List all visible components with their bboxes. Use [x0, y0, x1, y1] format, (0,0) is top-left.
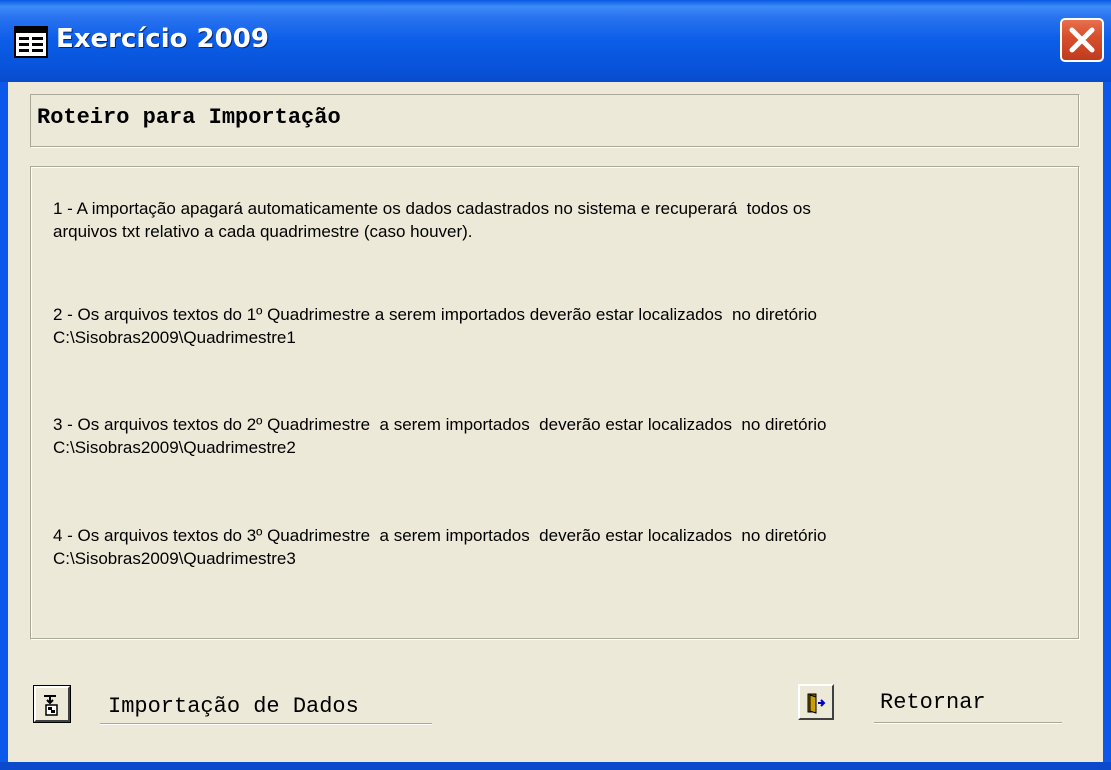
import-label-divider — [100, 723, 432, 725]
form-icon — [14, 26, 48, 58]
return-button[interactable] — [798, 684, 834, 720]
step-2: 2 - Os arquivos textos do 1º Quadrimestr… — [53, 303, 817, 349]
step-4: 4 - Os arquivos textos do 3º Quadrimestr… — [53, 524, 826, 570]
import-data-icon — [44, 695, 58, 716]
step-text: 3 - Os arquivos textos do 2º Quadrimestr… — [53, 415, 827, 434]
import-data-label[interactable]: Importação de Dados — [108, 694, 359, 719]
window-frame-bottom — [0, 762, 1111, 770]
page-title: Roteiro para Importação — [37, 105, 341, 130]
step-3: 3 - Os arquivos textos do 2º Quadrimestr… — [53, 413, 826, 459]
return-label[interactable]: Retornar — [880, 690, 986, 715]
dialog-body: Roteiro para Importação 1 - A importação… — [8, 82, 1103, 762]
return-label-divider — [874, 722, 1062, 724]
step-path: C:\Sisobras2009\Quadrimestre3 — [53, 549, 296, 568]
exit-door-icon — [807, 693, 826, 714]
instructions-panel: 1 - A importação apagará automaticamente… — [30, 166, 1080, 640]
close-button[interactable] — [1060, 18, 1104, 62]
step-path: C:\Sisobras2009\Quadrimestre2 — [53, 438, 296, 457]
dialog-window: Exercício 2009 Roteiro para Importação 1… — [0, 0, 1111, 770]
step-text: 2 - Os arquivos textos do 1º Quadrimestr… — [53, 305, 818, 324]
close-icon — [1069, 27, 1095, 53]
step-path: C:\Sisobras2009\Quadrimestre1 — [53, 328, 296, 347]
step-1: 1 - A importação apagará automaticamente… — [53, 197, 811, 243]
heading-panel: Roteiro para Importação — [30, 94, 1080, 148]
title-bar[interactable]: Exercício 2009 — [0, 0, 1111, 82]
step-text: 1 - A importação apagará automaticamente… — [53, 199, 811, 218]
step-text: arquivos txt relativo a cada quadrimestr… — [53, 222, 473, 241]
window-title: Exercício 2009 — [56, 24, 269, 54]
step-text: 4 - Os arquivos textos do 3º Quadrimestr… — [53, 526, 827, 545]
import-data-button[interactable] — [33, 685, 71, 723]
